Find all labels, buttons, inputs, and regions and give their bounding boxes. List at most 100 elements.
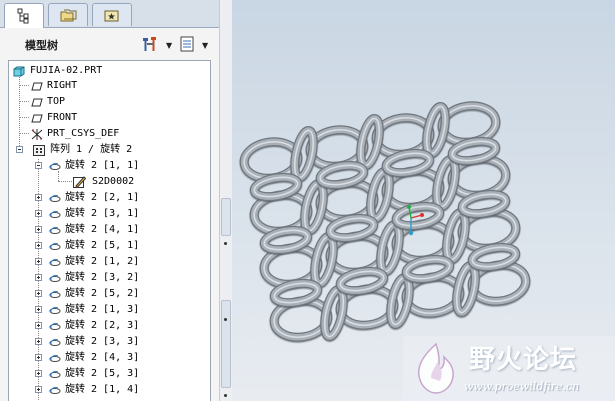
chain-ring-vertical [366,166,394,224]
tree-item-csys[interactable]: PRT_CSYS_DEF [29,126,199,142]
expand-toggle[interactable] [35,210,42,217]
tree-item-revolve-member[interactable]: 旋转 2 [1, 4] [33,382,207,398]
tree-item-revolve-member[interactable]: 旋转 2 [3, 3] [33,334,207,350]
tree-connector [19,75,20,150]
revolve-icon [49,162,61,170]
expand-toggle[interactable] [35,338,42,345]
splitter-grip[interactable] [221,300,231,388]
revolve-icon [49,210,61,218]
tab-folder-browser[interactable] [48,3,88,26]
forum-watermark: 野火论坛 www.proewildfire.cn [403,336,615,401]
chain-ring-vertical [290,125,318,183]
expand-toggle[interactable] [35,370,42,377]
tree-item-label: 旋转 2 [1, 3] [65,304,140,315]
csys-x-tip [420,213,424,217]
tree-item-label: FRONT [47,112,78,123]
watermark-url: www.proewildfire.cn [464,380,580,393]
tree-item-label: 旋转 2 [5, 3] [65,368,140,379]
datum-plane-icon [31,114,43,123]
tab-model-tree[interactable] [4,3,44,28]
expand-toggle[interactable] [35,354,42,361]
navigator-panel: 模型树 ▼ ▼ FUJIA-02.PRT RIGHT TOP FRONT PRT… [0,0,219,401]
chain-ring-vertical [452,260,480,318]
expand-toggle[interactable] [35,386,42,393]
tree-item-label: 旋转 2 [4, 3] [65,352,140,363]
chain-ring-vertical [356,113,384,171]
tree-item-pattern[interactable]: 阵列 1 / 旋转 2 [12,142,207,158]
tree-title: 模型树 [25,39,58,52]
tree-item-label: FUJIA-02.PRT [30,65,103,76]
revolve-icon [49,370,61,378]
tree-item-revolve-member[interactable]: 旋转 2 [5, 3] [33,366,207,382]
tree-item-label: TOP [47,96,66,107]
tree-item-label: 旋转 2 [4, 1] [65,224,140,235]
revolve-icon [49,274,61,282]
favorites-icon [104,10,119,22]
tree-item-revolve-member[interactable]: 旋转 2 [4, 1] [33,222,207,238]
revolve-icon [49,242,61,250]
tree-item-sketch[interactable]: S2D0002 [71,174,207,190]
revolve-icon [49,194,61,202]
tree-item-revolve-member[interactable]: 旋转 2 [1, 2] [33,254,207,270]
pattern-icon [33,145,45,156]
expand-toggle[interactable] [35,274,42,281]
model-tree: FUJIA-02.PRT RIGHT TOP FRONT PRT_CSYS_DE… [8,60,211,401]
revolve-icon [49,226,61,234]
tree-item-datum-top[interactable]: TOP [29,94,199,110]
sketch-icon [73,176,86,188]
tree-connector [19,85,29,86]
navigator-tabs [0,0,219,28]
tree-item-label: 旋转 2 [1, 4] [65,384,140,395]
revolve-icon [49,290,61,298]
datum-plane-icon [31,98,43,107]
tree-connector [19,133,29,134]
graphics-window[interactable]: 野火论坛 www.proewildfire.cn [232,0,615,401]
chain-ring-vertical [310,231,338,289]
expand-toggle[interactable] [35,322,42,329]
chain-ring-vertical [442,207,470,265]
revolve-icon [49,338,61,346]
expand-toggle[interactable] [35,258,42,265]
expand-toggle[interactable] [35,242,42,249]
collapse-toggle[interactable] [16,146,23,153]
tree-item-revolve-member[interactable]: 旋转 2 [3, 2] [33,270,207,286]
tree-item-revolve-member[interactable]: 旋转 2 [2, 3] [33,318,207,334]
tree-item-label: 旋转 2 [3, 3] [65,336,140,347]
panel-splitter[interactable] [219,0,233,401]
tree-item-revolve-member[interactable]: 旋转 2 [2, 1] [33,190,207,206]
tree-item-label: RIGHT [47,80,78,91]
tree-item-revolve-member[interactable]: 旋转 2 [3, 1] [33,206,207,222]
tree-item-label: S2D0002 [92,176,135,187]
tree-item-revolve-member[interactable]: 旋转 2 [1, 3] [33,302,207,318]
tree-item-datum-front[interactable]: FRONT [29,110,199,126]
expand-toggle[interactable] [35,290,42,297]
tree-item-revolve-member[interactable]: 旋转 2 [5, 1] [33,238,207,254]
expand-toggle[interactable] [35,306,42,313]
revolve-icon [49,258,61,266]
tree-item-revolve-member[interactable]: 旋转 2 [5, 2] [33,286,207,302]
part-icon [13,66,25,77]
collapse-toggle[interactable] [35,162,42,169]
tree-item-label: 旋转 2 [2, 1] [65,192,140,203]
tree-item-label: 旋转 2 [5, 2] [65,288,140,299]
model-tree-icon [17,8,29,24]
tree-item-label: 阵列 1 / 旋转 2 [50,144,133,155]
tree-item-label: PRT_CSYS_DEF [47,128,120,139]
tree-item-revolve-member[interactable]: 旋转 2 [1, 1] [33,158,207,174]
expand-toggle[interactable] [35,226,42,233]
tree-connector [19,101,29,102]
tree-item-datum-right[interactable]: RIGHT [29,78,199,94]
tree-header: 模型树 ▼ ▼ [0,28,219,58]
tree-item-root[interactable]: FUJIA-02.PRT [12,63,207,79]
splitter-grip[interactable] [221,198,231,236]
splitter-dot [224,318,227,321]
tree-item-label: 旋转 2 [5, 1] [65,240,140,251]
tree-settings-button[interactable]: ▼ [141,35,172,53]
revolve-icon [49,306,61,314]
tree-show-button[interactable]: ▼ [180,35,208,53]
tab-favorites[interactable] [92,3,132,26]
csys-z-tip [408,230,414,236]
expand-toggle[interactable] [35,194,42,201]
tree-item-revolve-member[interactable]: 旋转 2 [4, 3] [33,350,207,366]
coordinate-system-icon [31,129,43,140]
